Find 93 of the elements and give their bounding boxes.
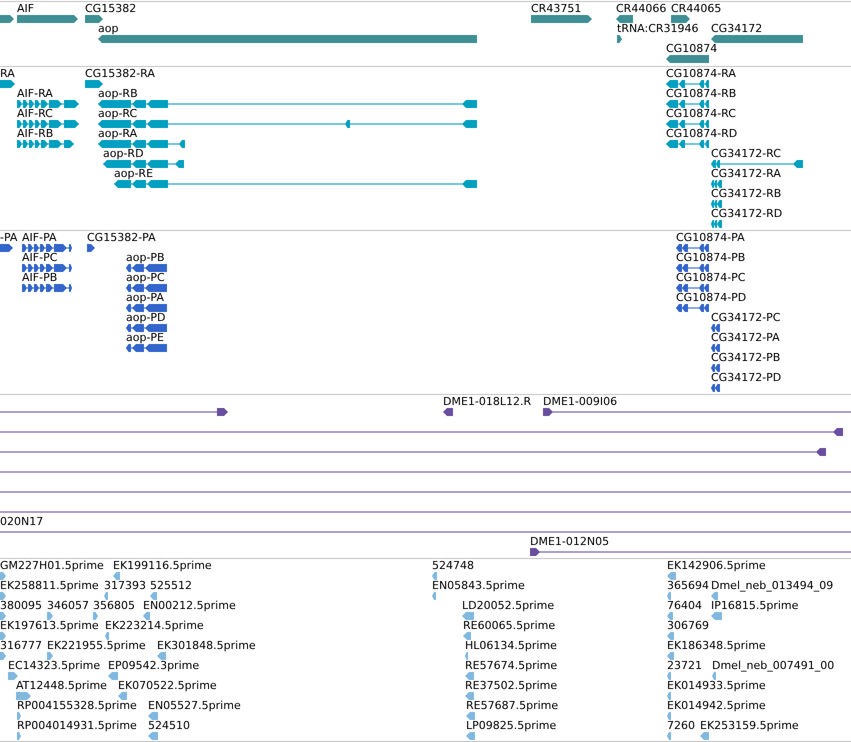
feature-label: CG10874: [666, 43, 718, 55]
feature-label: -PA: [0, 232, 18, 244]
feature-label: 525512: [150, 580, 192, 592]
feature-label: AIF-PC: [22, 252, 58, 264]
feature-label: DME1-018L12.R: [443, 396, 532, 408]
feature-label: 356805: [93, 600, 135, 612]
feature-label: CG34172-PC: [711, 312, 780, 324]
feature-label: CG34172-PD: [711, 372, 782, 384]
feature-label: RE60065.5prime: [463, 620, 556, 632]
feature-label: CG10874-PB: [676, 252, 746, 264]
feature-label: AIF-RB: [17, 128, 54, 140]
feature-label: RA: [0, 68, 15, 80]
feature-label: CG15382: [85, 3, 136, 15]
feature-label: 524748: [432, 560, 474, 572]
feature-label: tRNA:CR31946: [617, 23, 699, 35]
feature-label: AIF-RA: [17, 88, 53, 100]
feature-label: EK199116.5prime: [113, 560, 212, 572]
feature-label: 020N17: [0, 516, 44, 528]
feature-label: EK014942.5prime: [667, 700, 766, 712]
feature-label: CG34172-PA: [711, 332, 780, 344]
feature-label: CG34172-RA: [711, 168, 781, 180]
feature-label: CG10874-PD: [676, 292, 746, 304]
feature-label: 76404: [667, 600, 702, 612]
feature-label: CR44065: [671, 3, 722, 15]
feature-label: 317393: [104, 580, 146, 592]
feature-label: EK258811.5prime: [0, 580, 99, 592]
feature-label: AIF: [17, 3, 34, 15]
feature-label: CR44066: [616, 3, 666, 15]
feature-label: EN05843.5prime: [432, 580, 525, 592]
feature-label: 365694: [667, 580, 709, 592]
feature-label: aop: [98, 23, 118, 35]
feature-label: 524510: [148, 720, 190, 732]
feature-label: EK197613.5prime: [0, 620, 99, 632]
feature-label: 7260: [667, 720, 695, 732]
feature-label: 346057: [47, 600, 89, 612]
feature-label: aop-RE: [114, 168, 154, 180]
feature-label: EK142906.5prime: [667, 560, 766, 572]
feature-label: EP09542.3prime: [108, 660, 200, 672]
feature-label: AT12448.5prime: [16, 680, 107, 692]
feature-label: CG15382-RA: [85, 68, 155, 80]
feature-label: CG34172-PB: [711, 352, 780, 364]
feature-label: RE57687.5prime: [466, 700, 558, 712]
feature-label: CG10874-RC: [666, 108, 736, 120]
feature-label: EK301848.5prime: [157, 640, 256, 652]
feature-label: EK221955.5prime: [47, 640, 146, 652]
feature-label: 23721: [667, 660, 702, 672]
feature-label: CG34172-RC: [711, 148, 781, 160]
feature-label: CG10874-RA: [666, 68, 736, 80]
feature-label: EN00212.5prime: [143, 600, 236, 612]
feature-label: EK223214.5prime: [105, 620, 204, 632]
feature-label: aop-PB: [126, 252, 165, 264]
feature-label: 316777: [0, 640, 42, 652]
feature-label: RE57674.5prime: [465, 660, 558, 672]
feature-label: EN05527.5prime: [148, 700, 241, 712]
feature-label: aop-RB: [98, 88, 138, 100]
feature-label: CG34172-RD: [711, 208, 782, 220]
feature-label: AIF-PB: [22, 272, 58, 284]
feature-label: CG10874-RD: [666, 128, 738, 140]
feature-label: LD20052.5prime: [462, 600, 554, 612]
feature-label: RP004155328.5prime: [17, 700, 137, 712]
feature-label: aop-PC: [126, 272, 165, 284]
feature-label: DME1-009I06: [543, 396, 618, 408]
feature-label: CG10874-PC: [676, 272, 746, 284]
feature-label: IP16815.5prime: [711, 600, 798, 612]
feature-label: CG34172: [711, 23, 762, 35]
feature-label: aop-PA: [126, 292, 164, 304]
feature-label: DME1-012N05: [530, 536, 610, 548]
feature-label: CG34172-RB: [711, 188, 782, 200]
feature-label: aop-RD: [103, 148, 144, 160]
feature-label: EK186348.5prime: [667, 640, 766, 652]
feature-label: Dmel_neb_013494_09: [711, 580, 834, 592]
feature-label: EK014933.5prime: [667, 680, 766, 692]
feature-label: GM227H01.5prime: [0, 560, 104, 572]
feature-label: Dmel_neb_007491_00: [712, 660, 834, 672]
feature-label: aop-PD: [126, 312, 166, 324]
feature-label: AIF-PA: [22, 232, 57, 244]
feature-label: 380095: [0, 600, 42, 612]
feature-label: aop-PE: [126, 332, 164, 344]
feature-label: CR43751: [531, 3, 582, 15]
feature-label: AIF-RC: [17, 108, 53, 120]
feature-label: CG15382-PA: [87, 232, 156, 244]
feature-label: EC14323.5prime: [8, 660, 100, 672]
feature-label: HL06134.5prime: [465, 640, 557, 652]
feature-label: LP09825.5prime: [466, 720, 556, 732]
feature-label: RP004014931.5prime: [17, 720, 137, 732]
feature-label: CG10874-PA: [676, 232, 745, 244]
feature-label: EK070522.5prime: [118, 680, 217, 692]
feature-label: RE37502.5prime: [465, 680, 558, 692]
feature-label: 306769: [667, 620, 709, 632]
feature-label: CG10874-RB: [666, 88, 736, 100]
feature-label: aop-RA: [98, 128, 138, 140]
feature-label: EK253159.5prime: [700, 720, 799, 732]
feature-label: aop-RC: [98, 108, 138, 120]
